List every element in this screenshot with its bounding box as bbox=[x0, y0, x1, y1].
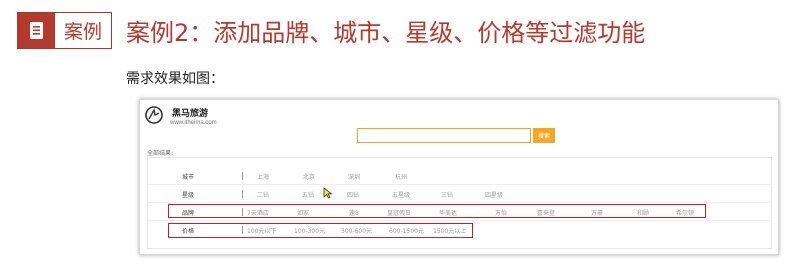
price-row-highlight bbox=[168, 223, 473, 238]
document-icon bbox=[18, 13, 55, 48]
badge-label: 案例 bbox=[63, 21, 102, 43]
filter-option[interactable]: 杭州 bbox=[395, 172, 407, 181]
filter-option[interactable]: 四钻 bbox=[347, 190, 359, 199]
row-divider bbox=[147, 220, 772, 221]
search-input[interactable] bbox=[357, 128, 531, 143]
filter-row-star: 星级 二钻 五钻 四钻 五星级 三钻 四星级 bbox=[147, 186, 772, 203]
slide-subtitle: 需求效果如图： bbox=[126, 71, 224, 87]
filter-label: 城市 bbox=[182, 174, 195, 181]
filter-option[interactable]: 五钻 bbox=[302, 190, 314, 199]
filter-option[interactable]: 四星级 bbox=[485, 190, 503, 199]
brand-row-highlight bbox=[168, 204, 706, 218]
filter-option[interactable]: 二钻 bbox=[257, 190, 269, 199]
filter-option[interactable]: 上海 bbox=[257, 172, 269, 181]
filter-option[interactable]: 五星级 bbox=[392, 190, 410, 199]
embedded-screenshot: 黑马旅游 www.itheima.com 搜索 全部结果: 城市 上海 北京 深… bbox=[139, 99, 779, 255]
filter-row-city: 城市 上海 北京 深圳 杭州 bbox=[147, 168, 772, 185]
divider bbox=[242, 190, 243, 198]
row-divider bbox=[147, 184, 772, 185]
logo-icon bbox=[145, 106, 163, 124]
filter-option[interactable]: 三钻 bbox=[441, 190, 453, 199]
filter-option[interactable]: 北京 bbox=[303, 172, 315, 181]
slide-title: 案例2：添加品牌、城市、星级、价格等过滤功能 bbox=[126, 19, 646, 47]
filter-option[interactable]: 深圳 bbox=[348, 172, 360, 181]
row-divider bbox=[147, 202, 772, 203]
brand-url: www.itheima.com bbox=[170, 120, 217, 126]
case-badge: 案例 bbox=[17, 12, 112, 49]
search-button[interactable]: 搜索 bbox=[533, 128, 555, 143]
all-results-label: 全部结果: bbox=[147, 150, 174, 157]
filter-label: 星级 bbox=[182, 192, 195, 199]
brand-name: 黑马旅游 bbox=[172, 109, 209, 119]
divider bbox=[242, 172, 243, 180]
mouse-cursor-icon bbox=[323, 187, 333, 199]
